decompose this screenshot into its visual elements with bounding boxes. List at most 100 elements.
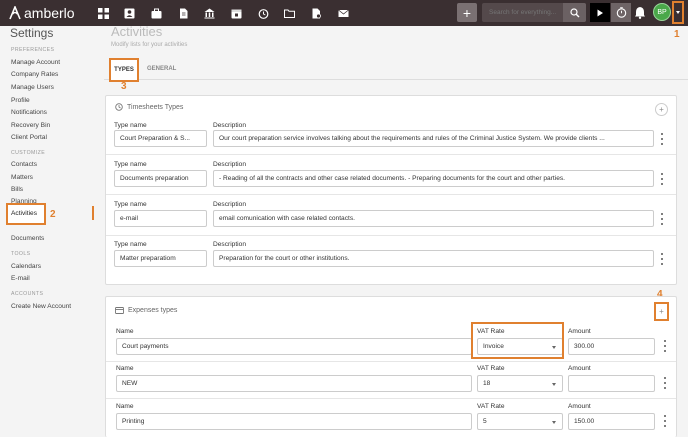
sidebar-item-create-new-account[interactable]: Create New Account	[11, 303, 71, 310]
sidebar-item-manage-account[interactable]: Manage Account	[11, 59, 60, 66]
vat-rate-select[interactable]: 18	[477, 375, 563, 392]
timer-icon[interactable]	[255, 5, 271, 21]
main-nav	[95, 5, 362, 21]
documents-icon[interactable]	[175, 5, 191, 21]
type-name-input[interactable]: Documents preparation	[114, 170, 207, 187]
sidebar-item-client-portal[interactable]: Client Portal	[11, 134, 47, 141]
row-menu-icon[interactable]	[662, 377, 668, 389]
calendar-icon[interactable]	[228, 5, 244, 21]
expenses-types-card: Expenses types Name VAT Rate Amount Cour…	[105, 296, 677, 437]
tabs-divider	[104, 79, 688, 80]
sidebar-item-recovery-bin[interactable]: Recovery Bin	[11, 122, 50, 129]
reports-icon[interactable]	[309, 5, 325, 21]
tab-types[interactable]: TYPES	[109, 58, 139, 82]
contacts-icon[interactable]	[122, 5, 138, 21]
active-indicator	[92, 206, 94, 220]
type-name-label: Type name	[114, 161, 147, 168]
expenses-card-title: Expenses types	[115, 307, 177, 314]
sidebar-item-email[interactable]: E-mail	[11, 275, 30, 282]
name-label: Name	[116, 328, 134, 335]
expense-name-input[interactable]: Printing	[116, 413, 472, 430]
amount-label: Amount	[568, 365, 591, 372]
section-customize: CUSTOMIZE	[11, 150, 46, 156]
sidebar-item-documents[interactable]: Documents	[11, 235, 44, 242]
amberlo-logo-icon	[9, 6, 21, 20]
expense-name-input[interactable]: Court payments	[116, 338, 472, 355]
page-subtitle: Modify lists for your activities	[111, 42, 188, 48]
section-preferences: PREFERENCES	[11, 47, 55, 53]
search-icon	[569, 7, 579, 17]
add-timesheet-type-button[interactable]: +	[655, 103, 668, 116]
sidebar-item-matters[interactable]: Matters	[11, 174, 33, 181]
type-name-input[interactable]: e-mail	[114, 210, 207, 227]
folder-icon[interactable]	[282, 5, 298, 21]
vat-rate-label: VAT Rate	[477, 403, 505, 410]
timesheets-title: Timesheets Types	[127, 103, 184, 111]
row-divider	[106, 398, 676, 399]
bell-icon[interactable]	[634, 6, 646, 19]
amount-label: Amount	[568, 328, 591, 335]
email-icon[interactable]	[335, 5, 351, 21]
expense-name-input[interactable]: NEW	[116, 375, 472, 392]
sidebar-item-calendars[interactable]: Calendars	[11, 263, 41, 270]
play-icon	[597, 9, 603, 16]
matters-icon[interactable]	[148, 5, 164, 21]
type-name-label: Type name	[114, 201, 147, 208]
description-label: Description	[213, 122, 246, 129]
row-divider	[106, 154, 676, 155]
row-menu-icon[interactable]	[662, 340, 668, 352]
row-menu-icon[interactable]	[659, 213, 665, 225]
row-menu-icon[interactable]	[659, 173, 665, 185]
vat-rate-select[interactable]: 5	[477, 413, 563, 430]
row-divider	[106, 235, 676, 236]
type-name-input[interactable]: Court Preparation & S...	[114, 130, 207, 147]
caret-down-icon	[676, 11, 680, 14]
dashboard-icon[interactable]	[95, 5, 111, 21]
amount-label: Amount	[568, 403, 591, 410]
timesheets-types-card: Timesheets Types + Type name Description…	[105, 95, 677, 285]
settings-title: Settings	[10, 26, 54, 40]
row-menu-icon[interactable]	[659, 253, 665, 265]
timer-button[interactable]	[611, 3, 631, 22]
sidebar-item-contacts[interactable]: Contacts	[11, 161, 37, 168]
vat-rate-highlight	[471, 322, 564, 359]
search-input[interactable]	[482, 3, 566, 22]
avatar[interactable]: BP	[653, 3, 671, 21]
amount-input[interactable]	[568, 375, 655, 392]
description-label: Description	[213, 241, 246, 248]
name-label: Name	[116, 403, 134, 410]
sidebar-item-company-rates[interactable]: Company Rates	[11, 71, 58, 78]
clock-icon	[115, 103, 123, 111]
expenses-title: Expenses types	[128, 307, 178, 314]
description-input[interactable]: Our court preparation service involves t…	[213, 130, 654, 147]
quick-add-button[interactable]: +	[457, 3, 477, 22]
timesheets-card-title: Timesheets Types	[115, 103, 183, 111]
tab-general[interactable]: GENERAL	[147, 66, 176, 72]
row-menu-icon[interactable]	[662, 415, 668, 427]
page-title: Activities	[111, 24, 163, 39]
settings-sidebar: Settings PREFERENCES Manage Account Comp…	[0, 26, 96, 437]
user-menu-dropdown[interactable]	[672, 1, 684, 24]
description-input[interactable]: email comunication with case related con…	[213, 210, 654, 227]
add-expense-type-button[interactable]: +	[654, 302, 669, 321]
section-accounts: ACCOUNTS	[11, 291, 44, 297]
description-input[interactable]: - Reading of all the contracts and other…	[213, 170, 654, 187]
type-name-input[interactable]: Matter preparatiom	[114, 250, 207, 267]
row-menu-icon[interactable]	[659, 133, 665, 145]
billing-icon[interactable]	[202, 5, 218, 21]
stopwatch-icon	[616, 7, 626, 18]
search-button[interactable]	[563, 3, 586, 22]
description-label: Description	[213, 161, 246, 168]
sidebar-item-profile[interactable]: Profile	[11, 97, 30, 104]
sidebar-item-notifications[interactable]: Notifications	[11, 109, 47, 116]
description-input[interactable]: Preparation for the court or other insti…	[213, 250, 654, 267]
row-divider	[106, 194, 676, 195]
logo[interactable]: amberlo	[9, 5, 75, 21]
sidebar-item-bills[interactable]: Bills	[11, 186, 23, 193]
start-timer-button[interactable]	[590, 3, 610, 22]
amount-input[interactable]: 150.00	[568, 413, 655, 430]
amount-input[interactable]: 300.00	[568, 338, 655, 355]
sidebar-item-activities[interactable]: Activities	[6, 203, 46, 225]
logo-text: amberlo	[24, 5, 75, 21]
sidebar-item-manage-users[interactable]: Manage Users	[11, 84, 54, 91]
